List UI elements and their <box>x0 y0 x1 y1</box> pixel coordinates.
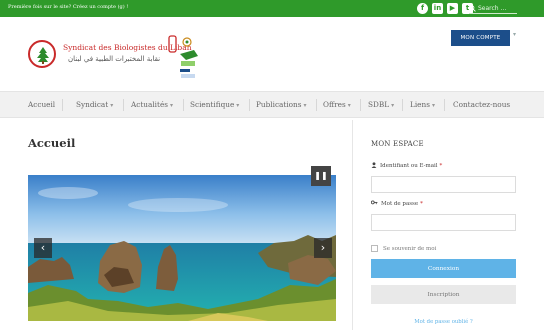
key-icon <box>370 200 378 205</box>
search-box <box>469 3 517 14</box>
nav-separator <box>402 99 403 111</box>
nav-separator <box>360 99 361 111</box>
nav-item-accueil[interactable]: Accueil <box>28 92 55 117</box>
linkedin-icon[interactable]: in <box>432 3 443 14</box>
chevron-down-icon: ▾ <box>391 102 395 109</box>
chevron-down-icon: ▾ <box>170 102 174 109</box>
chevron-down-icon: ▾ <box>347 102 351 109</box>
partner-logos <box>168 35 198 78</box>
nav-item-scientifique[interactable]: Scientifique ▾ <box>190 92 239 117</box>
nav-separator <box>444 99 445 111</box>
nav-item-contactez-nous[interactable]: Contactez-nous <box>453 92 510 117</box>
nav-separator <box>183 99 184 111</box>
cedar-logo[interactable] <box>28 40 56 68</box>
top-bar: Première fois sur le site? Créez un comp… <box>0 0 544 17</box>
slider-prev-button[interactable]: ‹ <box>34 238 52 258</box>
slider-next-button[interactable]: › <box>314 238 332 258</box>
username-label: Identifiant ou E-mail * <box>371 162 442 169</box>
login-button[interactable]: Connexion <box>371 259 516 278</box>
nav-item-syndicat[interactable]: Syndicat ▾ <box>76 92 113 117</box>
nav-item-label: Publications <box>256 100 302 109</box>
sidebar-divider <box>352 120 353 330</box>
site-name-arabic: نقابة المختبرات الطبية في لبنان <box>68 55 161 63</box>
username-label-text: Identifiant ou E-mail <box>380 163 438 169</box>
nav-separator <box>123 99 124 111</box>
nav-item-offres[interactable]: Offres ▾ <box>323 92 351 117</box>
nav-separator <box>62 99 63 111</box>
nav-item-label: Syndicat <box>76 100 109 109</box>
nav-item-label: Liens <box>410 100 430 109</box>
nav-item-sdbl[interactable]: SDBL ▾ <box>368 92 394 117</box>
forgot-password-link[interactable]: Mot de passe oublié ? <box>371 319 516 325</box>
required-mark: * <box>420 201 423 207</box>
sidebar-title: MON ESPACE <box>371 140 424 148</box>
chevron-down-icon[interactable]: ▾ <box>513 31 516 38</box>
chevron-down-icon: ▾ <box>110 102 114 109</box>
page-title: Accueil <box>28 136 76 150</box>
nav-item-label: Contactez-nous <box>453 100 511 109</box>
signup-button[interactable]: Inscription <box>371 285 516 304</box>
search-input[interactable] <box>478 3 516 13</box>
create-account-notice[interactable]: Première fois sur le site? Créez un comp… <box>8 4 128 10</box>
nav-item-label: Accueil <box>28 100 56 109</box>
nav-separator <box>316 99 317 111</box>
my-account-button[interactable]: MON COMPTE <box>451 30 510 46</box>
user-icon <box>371 162 377 168</box>
remember-label: Se souvenir de moi <box>383 245 437 252</box>
image-slider[interactable] <box>28 175 336 321</box>
nav-item-label: SDBL <box>368 100 390 109</box>
nav-item-label: Actualités <box>131 100 169 109</box>
username-field[interactable] <box>371 176 516 193</box>
chevron-down-icon: ▾ <box>431 102 435 109</box>
nav-item-liens[interactable]: Liens ▾ <box>410 92 435 117</box>
required-mark: * <box>439 163 443 169</box>
remember-me[interactable]: Se souvenir de moi <box>371 245 436 252</box>
pause-button[interactable]: ❚❚ <box>311 166 331 186</box>
password-label-text: Mot de passe <box>381 201 419 207</box>
nav-item-label: Offres <box>323 100 346 109</box>
chevron-down-icon: ▾ <box>303 102 307 109</box>
password-field[interactable] <box>371 214 516 231</box>
nav-item-label: Scientifique <box>190 100 235 109</box>
cedar-icon <box>37 47 49 64</box>
youtube-icon[interactable]: ▶ <box>447 3 458 14</box>
nav-item-publications[interactable]: Publications ▾ <box>256 92 307 117</box>
social-links: f in ▶ t <box>417 3 473 14</box>
main-nav: Accueil Syndicat ▾ Actualités ▾ Scientifiq… <box>0 91 544 118</box>
chevron-down-icon: ▾ <box>236 102 240 109</box>
pigeon-rocks-image <box>28 175 336 321</box>
nav-item-actualites[interactable]: Actualités ▾ <box>131 92 173 117</box>
facebook-icon[interactable]: f <box>417 3 428 14</box>
password-label: Mot de passe * <box>370 200 423 207</box>
remember-checkbox[interactable] <box>371 245 378 252</box>
nav-separator <box>249 99 250 111</box>
search-icon[interactable] <box>469 5 476 12</box>
